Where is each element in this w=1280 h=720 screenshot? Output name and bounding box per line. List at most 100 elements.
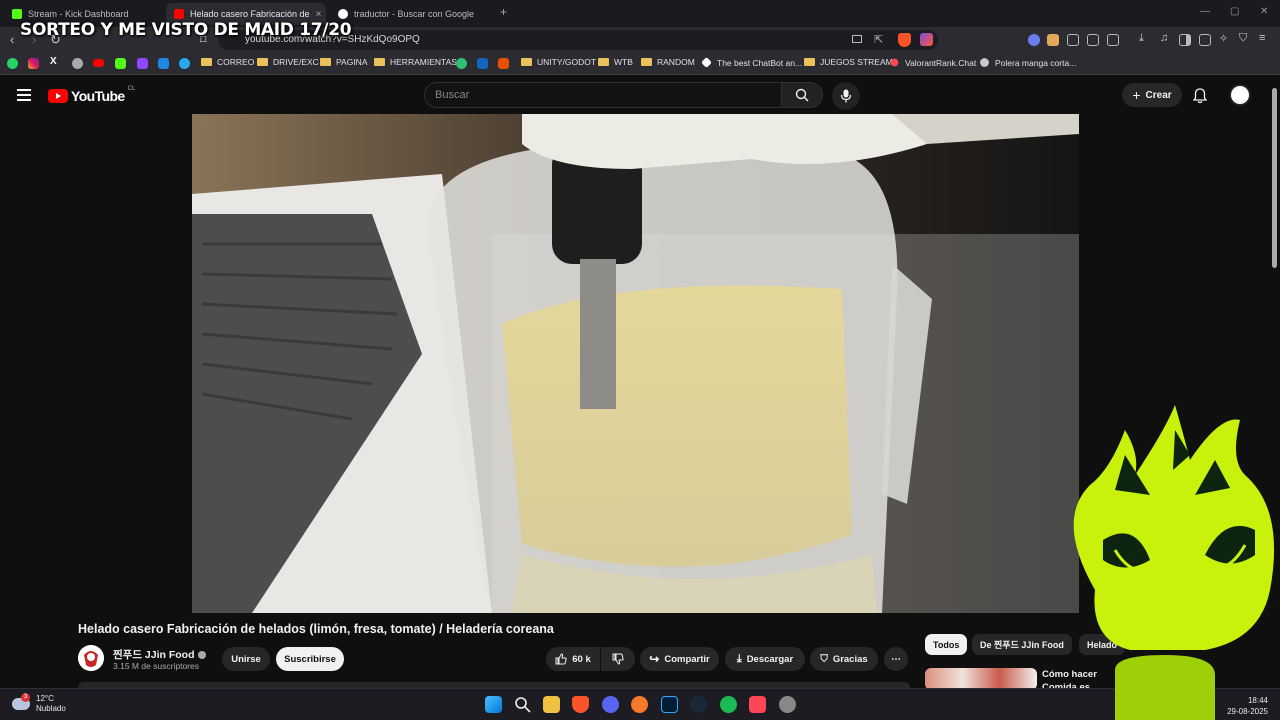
- create-label: Crear: [1145, 89, 1172, 101]
- twitch-icon[interactable]: [137, 58, 148, 69]
- weather-widget[interactable]: 3 12°C Nublado: [12, 693, 66, 714]
- bookmark-link[interactable]: Polera manga corta...: [979, 57, 1076, 68]
- kick-icon: [12, 9, 22, 19]
- windows-start-icon[interactable]: [485, 696, 502, 713]
- thanks-button[interactable]: ⛉ Gracias: [810, 647, 878, 671]
- bookmark-folder[interactable]: HERRAMIENTAS: [374, 57, 457, 67]
- taskbar-search-icon[interactable]: [514, 696, 531, 713]
- hamburger-menu-icon[interactable]: [17, 89, 31, 105]
- extension-icon[interactable]: [1047, 34, 1059, 46]
- file-explorer-icon[interactable]: [543, 696, 560, 713]
- share-button[interactable]: ↪ Compartir: [640, 647, 719, 671]
- page-scrollbar[interactable]: [1272, 88, 1277, 268]
- like-button[interactable]: 60 k: [546, 647, 600, 671]
- discord-icon[interactable]: [602, 696, 619, 713]
- window-close-icon[interactable]: ✕: [1260, 6, 1268, 17]
- channel-name[interactable]: 찐푸드 JJin Food: [113, 647, 207, 662]
- more-actions-button[interactable]: ⋯: [884, 647, 908, 671]
- share-arrow-icon: ↪: [649, 652, 660, 666]
- instagram-icon[interactable]: [28, 58, 39, 69]
- notifications-bell-icon[interactable]: [1193, 88, 1207, 104]
- weather-temperature: 12°C: [36, 694, 54, 703]
- blender-icon[interactable]: [631, 696, 648, 713]
- weather-description: Nublado: [36, 704, 66, 713]
- tab-google-translator[interactable]: traductor - Buscar con Google: [330, 3, 490, 25]
- brave-rewards-icon[interactable]: [920, 33, 933, 46]
- app-icon[interactable]: [456, 58, 467, 69]
- logo-text: YouTube: [71, 88, 125, 104]
- spotify-icon[interactable]: [720, 696, 737, 713]
- bookmarks-bar: X CORREO DRIVE/EXC PAGINA HERRAMIENTAS U…: [0, 53, 1280, 75]
- valorant-icon[interactable]: [749, 696, 766, 713]
- search-button[interactable]: [781, 82, 823, 108]
- youtube-icon[interactable]: [93, 59, 104, 67]
- youtube-header: YouTube CL Buscar + Crear: [0, 76, 1280, 114]
- leo-ai-icon[interactable]: ✧: [1219, 32, 1228, 45]
- back-icon[interactable]: ‹: [10, 32, 14, 47]
- join-button[interactable]: Unirse: [222, 647, 270, 671]
- bookmark-folder[interactable]: RANDOM: [641, 57, 695, 67]
- bookmark-folder[interactable]: JUEGOS STREAM: [804, 57, 893, 67]
- channel-name-text: 찐푸드 JJin Food: [113, 649, 195, 661]
- channel-avatar[interactable]: [78, 645, 104, 671]
- video-player[interactable]: [192, 114, 1079, 613]
- bookmark-folder[interactable]: DRIVE/EXC: [257, 57, 319, 67]
- sidebar-icon[interactable]: [1179, 34, 1191, 46]
- screen-icon[interactable]: [852, 35, 862, 43]
- weather-badge: 3: [21, 693, 30, 702]
- brave-browser-icon[interactable]: [572, 696, 589, 713]
- globe-icon: [980, 58, 989, 67]
- extension-icon[interactable]: [1107, 34, 1119, 46]
- whatsapp-icon[interactable]: [7, 58, 18, 69]
- extension-icon[interactable]: [1028, 34, 1040, 46]
- bookmark-folder[interactable]: WTB: [598, 57, 633, 67]
- bookmark-folder[interactable]: PAGINA: [320, 57, 368, 67]
- new-tab-button[interactable]: +: [500, 5, 507, 19]
- recommended-video-thumbnail[interactable]: [925, 668, 1037, 690]
- steam-icon[interactable]: [690, 696, 707, 713]
- bookmark-link[interactable]: The best ChatBot an...: [701, 57, 802, 68]
- photoshop-icon[interactable]: [661, 696, 678, 713]
- vpn-icon[interactable]: ⛉: [1239, 32, 1247, 45]
- menu-icon[interactable]: ≡: [1259, 32, 1265, 44]
- minimize-icon[interactable]: —: [1200, 6, 1210, 17]
- bookmark-folder[interactable]: UNITY/GODOT: [521, 57, 596, 67]
- chip-label: De 찐푸드 JJin Food: [980, 640, 1064, 650]
- folder-icon: [804, 58, 815, 66]
- chip-all[interactable]: Todos: [925, 634, 968, 655]
- apple-icon[interactable]: [72, 58, 83, 69]
- puzzle-icon[interactable]: [1087, 34, 1099, 46]
- more-icon: ⋯: [891, 653, 901, 665]
- brave-shields-icon[interactable]: [898, 33, 911, 47]
- x-icon[interactable]: X: [50, 56, 57, 67]
- user-avatar[interactable]: [1229, 84, 1251, 106]
- download-icon: ⤓: [736, 652, 742, 665]
- tab-label: traductor - Buscar con Google: [354, 9, 475, 19]
- wallet-icon[interactable]: [1199, 34, 1211, 46]
- maximize-icon[interactable]: ▢: [1230, 6, 1239, 17]
- kick-icon[interactable]: [115, 58, 126, 69]
- create-button[interactable]: + Crear: [1122, 83, 1182, 107]
- bookmark-link[interactable]: ValorantRank.Chat: [889, 57, 976, 68]
- thumbs-down-icon: [612, 653, 624, 665]
- download-button[interactable]: ⤓ Descargar: [725, 647, 805, 671]
- bookmark-label: RANDOM: [657, 57, 695, 67]
- bookmark-folder[interactable]: CORREO: [201, 57, 254, 67]
- share-icon[interactable]: ⇱: [874, 33, 883, 46]
- channel-logo-icon: [78, 645, 104, 671]
- dislike-button[interactable]: [601, 647, 635, 671]
- close-icon[interactable]: ×: [316, 9, 322, 20]
- search-input[interactable]: Buscar: [424, 82, 782, 108]
- download-icon[interactable]: ⤓: [1139, 32, 1144, 45]
- extension-icon[interactable]: [1067, 34, 1079, 46]
- paypal-icon[interactable]: [158, 58, 169, 69]
- music-icon[interactable]: ♫: [1160, 32, 1168, 44]
- youtube-logo[interactable]: YouTube CL: [48, 86, 135, 104]
- thanks-label: Gracias: [832, 653, 868, 665]
- app-icon[interactable]: [779, 696, 796, 713]
- voice-search-button[interactable]: [832, 82, 860, 110]
- telegram-icon[interactable]: [179, 58, 190, 69]
- subscribe-button[interactable]: Suscribirse: [276, 647, 344, 671]
- behance-icon[interactable]: [477, 58, 488, 69]
- app-icon[interactable]: [498, 58, 509, 69]
